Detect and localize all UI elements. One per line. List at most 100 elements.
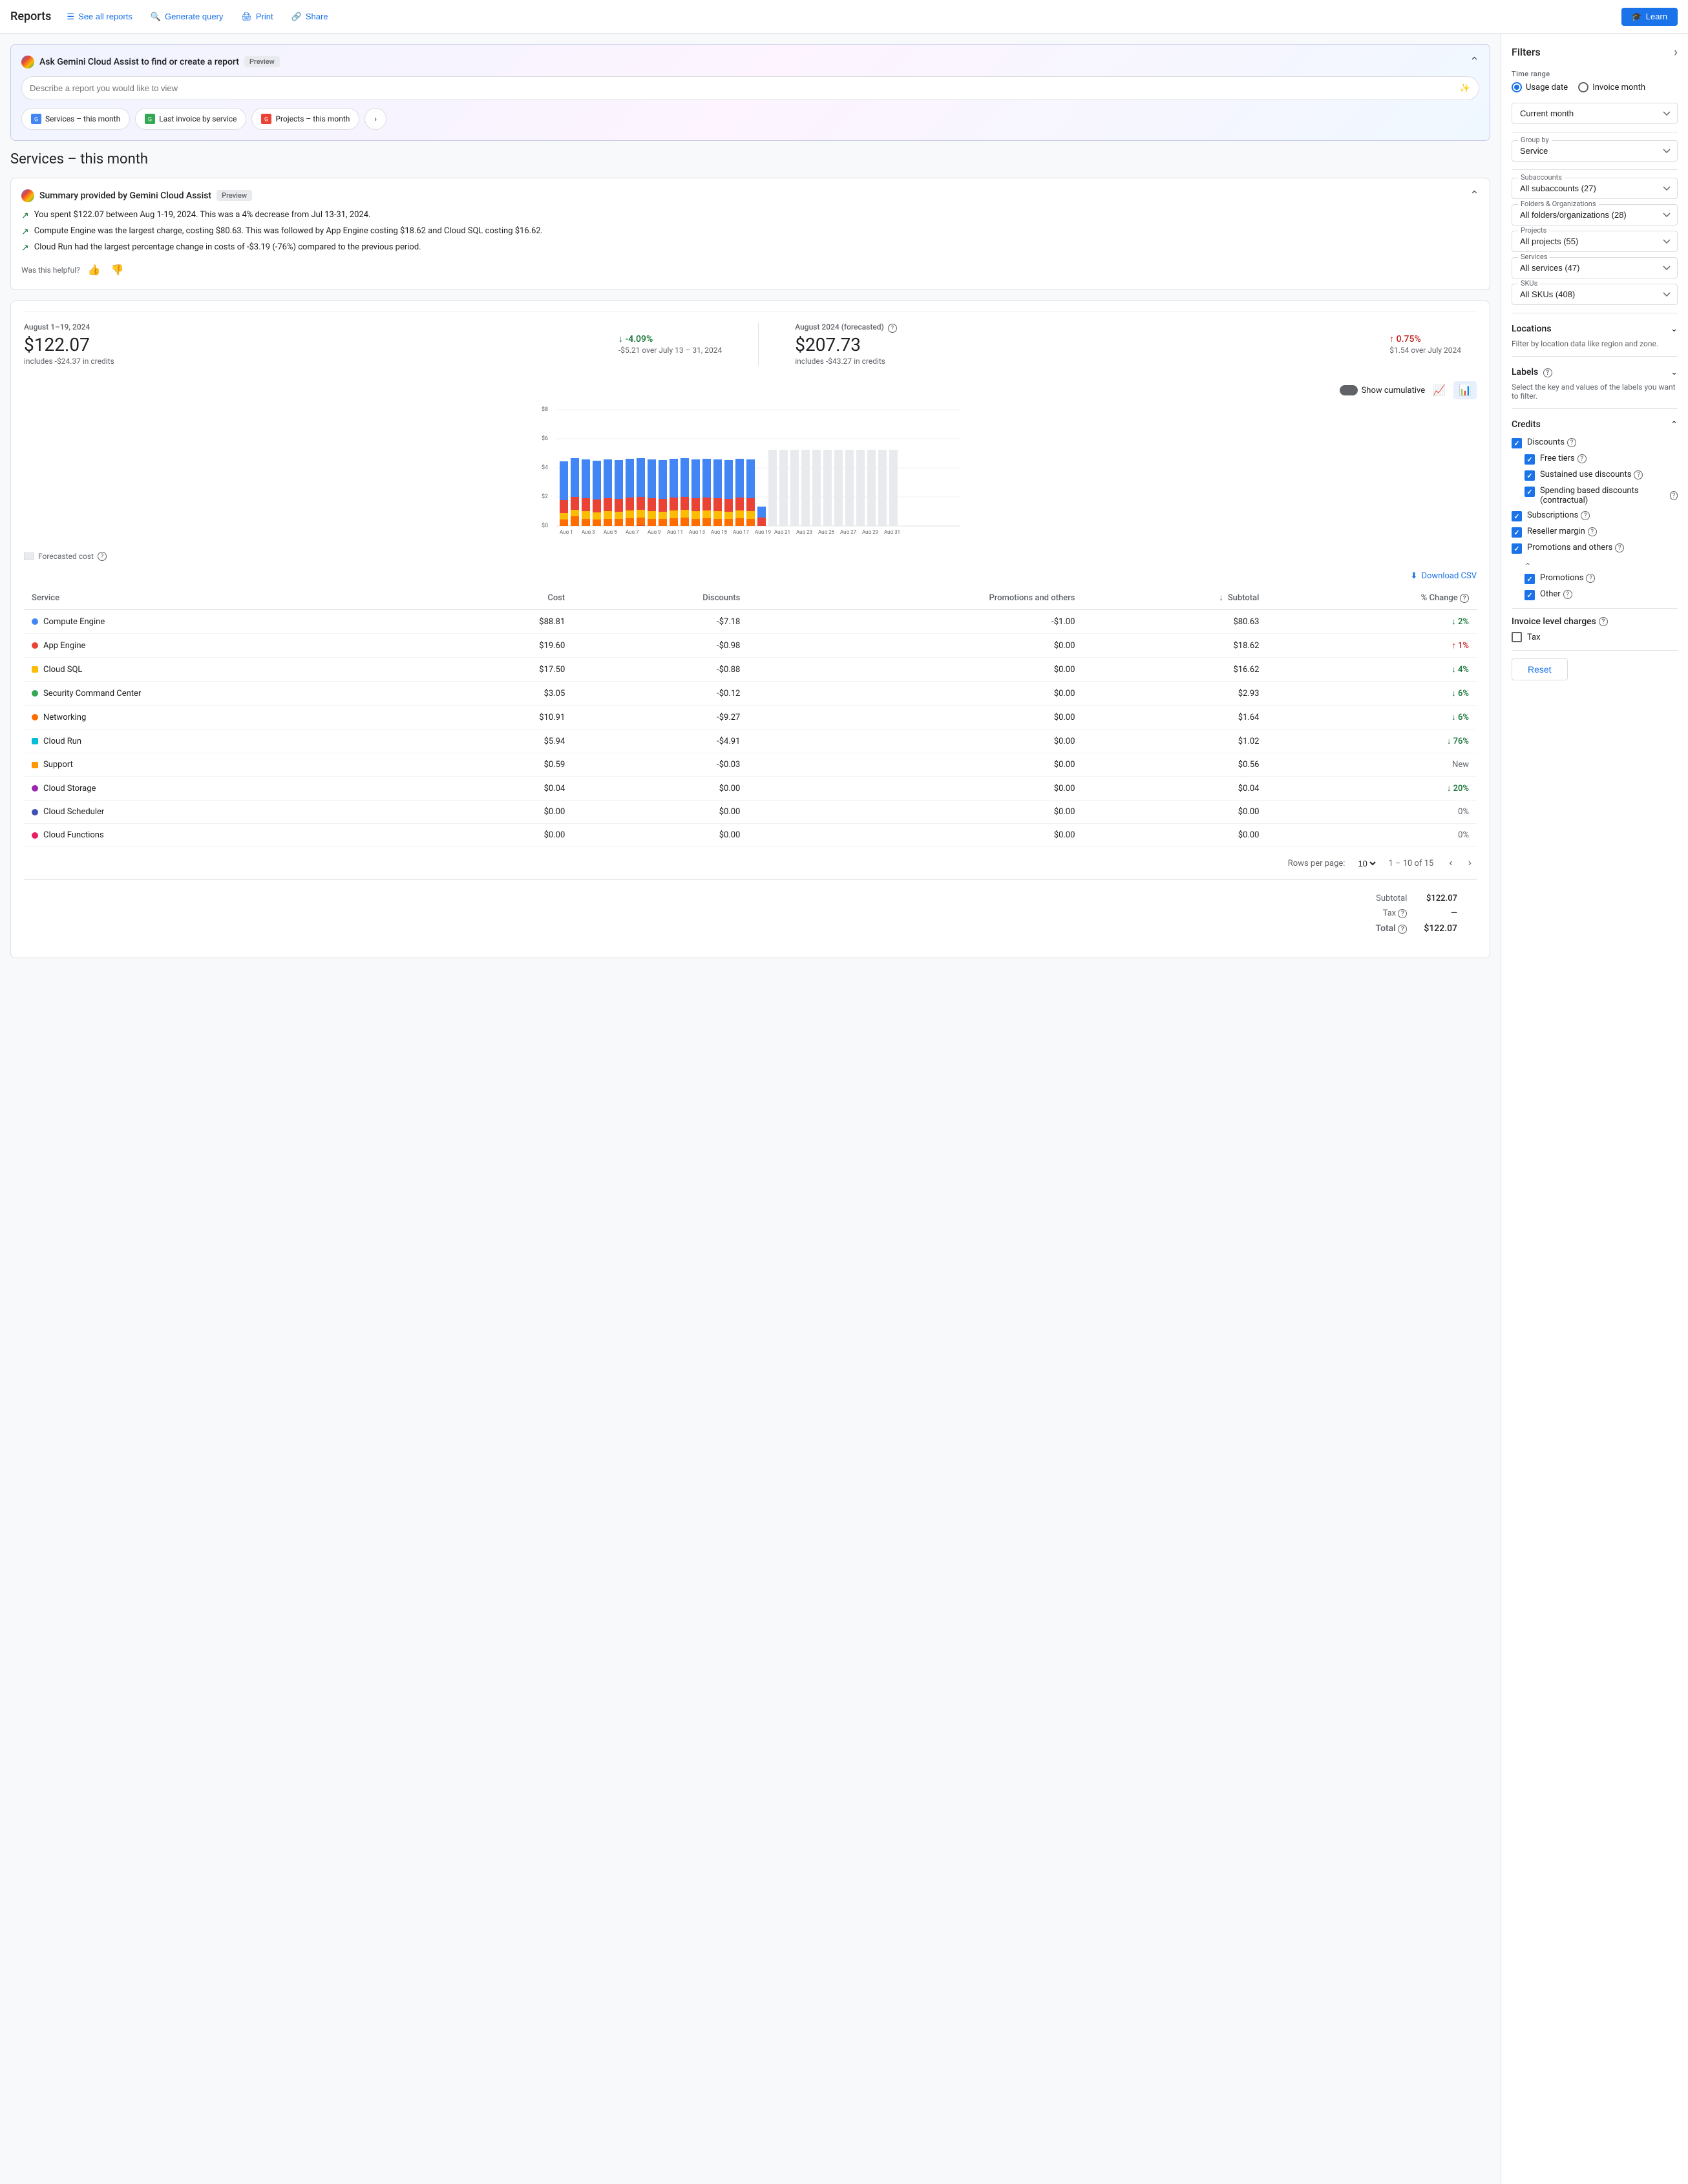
table-row: Support $0.59 -$0.03 $0.00 $0.56 New bbox=[24, 753, 1477, 777]
share-button[interactable]: 🔗 Share bbox=[284, 8, 336, 26]
summary-line-3: ↗ Cloud Run had the largest percentage c… bbox=[21, 242, 1479, 253]
summary-collapse-icon[interactable]: ⌃ bbox=[1470, 189, 1479, 202]
chip-services-this-month[interactable]: G Services – this month bbox=[21, 108, 130, 130]
skus-label: SKUs bbox=[1518, 279, 1540, 288]
main-layout: Ask Gemini Cloud Assist to find or creat… bbox=[0, 34, 1688, 2184]
credits-collapsible-header[interactable]: Credits ⌃ bbox=[1512, 417, 1678, 432]
labels-help-icon[interactable]: ? bbox=[1543, 368, 1552, 377]
print-button[interactable]: 🖨 Print bbox=[233, 8, 280, 26]
labels-collapsible[interactable]: Labels ? ⌄ bbox=[1512, 364, 1678, 380]
current-change-value: ↓ -4.09% bbox=[618, 333, 722, 344]
free-tiers-help-icon[interactable]: ? bbox=[1577, 454, 1587, 463]
reseller-margin-checkbox[interactable] bbox=[1512, 527, 1522, 538]
discounts-checkbox-item[interactable]: Discounts ? bbox=[1512, 437, 1678, 448]
col-subtotal[interactable]: ↓ Subtotal bbox=[1082, 586, 1267, 610]
filters-sidebar: Filters › Time range Usage date Invoice … bbox=[1501, 34, 1688, 2184]
cost-cell-5: $5.94 bbox=[436, 730, 573, 753]
subscriptions-checkbox[interactable] bbox=[1512, 511, 1522, 521]
subtotal-cell-5: $1.02 bbox=[1082, 730, 1267, 753]
service-dot-1 bbox=[32, 642, 38, 649]
subscriptions-help-icon[interactable]: ? bbox=[1581, 511, 1590, 520]
trend-icon-3: ↗ bbox=[21, 243, 29, 253]
line-chart-button[interactable]: 📈 bbox=[1430, 381, 1448, 399]
service-cell-5: Cloud Run bbox=[24, 730, 436, 753]
tax-checkbox-item[interactable]: Tax bbox=[1512, 632, 1678, 642]
cumulative-toggle-switch[interactable] bbox=[1340, 385, 1358, 395]
free-tiers-checkbox-item[interactable]: Free tiers ? bbox=[1524, 454, 1678, 465]
download-icon: ⬇ bbox=[1411, 571, 1418, 581]
current-month-select[interactable]: Current month bbox=[1512, 103, 1678, 124]
discounts-checkbox[interactable] bbox=[1512, 438, 1522, 448]
promotions-help-icon[interactable]: ? bbox=[1586, 574, 1595, 583]
rows-per-page-select[interactable]: 10 25 50 bbox=[1355, 858, 1378, 869]
spending-based-checkbox-item[interactable]: Spending based discounts (contractual) ? bbox=[1524, 486, 1678, 505]
promotions-collapse-btn[interactable]: ⌃ bbox=[1524, 559, 1678, 573]
table-row: Networking $10.91 -$9.27 $0.00 $1.64 ↓ 6… bbox=[24, 706, 1477, 730]
svg-text:Aug 27: Aug 27 bbox=[840, 529, 857, 534]
free-tiers-checkbox[interactable] bbox=[1524, 454, 1535, 465]
thumbs-down-button[interactable]: 👎 bbox=[109, 261, 127, 279]
reseller-help-icon[interactable]: ? bbox=[1588, 527, 1597, 536]
prev-page-button[interactable]: ‹ bbox=[1444, 855, 1457, 872]
usage-date-radio[interactable]: Usage date bbox=[1512, 82, 1568, 92]
thumbs-up-button[interactable]: 👍 bbox=[85, 261, 103, 279]
sustained-use-checkbox[interactable] bbox=[1524, 470, 1535, 481]
forecast-legend-help-icon[interactable]: ? bbox=[98, 552, 107, 561]
gemini-assistant-box: Ask Gemini Cloud Assist to find or creat… bbox=[10, 44, 1490, 141]
other-checkbox[interactable] bbox=[1524, 590, 1535, 600]
subtotal-cell-1: $18.62 bbox=[1082, 634, 1267, 658]
discounts-cell-5: -$4.91 bbox=[573, 730, 748, 753]
bar-chart-button[interactable]: 📊 bbox=[1453, 381, 1477, 399]
promotions-others-help-icon[interactable]: ? bbox=[1615, 543, 1624, 552]
locations-expand-icon: ⌄ bbox=[1671, 324, 1678, 334]
promotions-label: Promotions ? bbox=[1540, 573, 1595, 583]
forecast-help-icon[interactable]: ? bbox=[888, 324, 897, 333]
change-col-help-icon[interactable]: ? bbox=[1460, 594, 1469, 603]
learn-button[interactable]: 🎓 Learn bbox=[1621, 8, 1678, 26]
promotions-others-checkbox-item[interactable]: Promotions and others ? bbox=[1512, 543, 1678, 554]
sustained-use-help-icon[interactable]: ? bbox=[1634, 470, 1643, 479]
change-cell-0: ↓ 2% bbox=[1267, 610, 1477, 634]
tax-checkbox[interactable] bbox=[1512, 632, 1522, 642]
spending-based-help-icon[interactable]: ? bbox=[1670, 491, 1678, 500]
sidebar-collapse-button[interactable]: › bbox=[1674, 44, 1678, 59]
promotions-checkbox[interactable] bbox=[1524, 574, 1535, 584]
reset-filters-button[interactable]: Reset bbox=[1512, 658, 1568, 680]
show-cumulative-toggle[interactable]: Show cumulative bbox=[1340, 385, 1426, 395]
forecast-change-value: ↑ 0.75% bbox=[1389, 333, 1461, 344]
subtotal-label: Subtotal bbox=[1368, 892, 1415, 905]
invoice-month-radio[interactable]: Invoice month bbox=[1578, 82, 1645, 92]
locations-collapsible[interactable]: Locations ⌄ bbox=[1512, 321, 1678, 337]
generate-query-button[interactable]: 🔍 Generate query bbox=[143, 8, 231, 26]
subtotal-cell-8: $0.00 bbox=[1082, 801, 1267, 824]
subscriptions-checkbox-item[interactable]: Subscriptions ? bbox=[1512, 510, 1678, 521]
chip-projects-this-month[interactable]: G Projects – this month bbox=[251, 108, 359, 130]
table-row: Cloud Functions $0.00 $0.00 $0.00 $0.00 … bbox=[24, 824, 1477, 847]
service-cell-3: Security Command Center bbox=[24, 682, 436, 706]
rows-per-page-selector[interactable]: 10 25 50 bbox=[1355, 858, 1378, 869]
invoice-charges-help-icon[interactable]: ? bbox=[1599, 617, 1608, 626]
promotions-others-checkbox[interactable] bbox=[1512, 543, 1522, 554]
reseller-margin-checkbox-item[interactable]: Reseller margin ? bbox=[1512, 527, 1678, 538]
other-help-icon[interactable]: ? bbox=[1563, 590, 1572, 599]
subscriptions-label: Subscriptions ? bbox=[1527, 510, 1590, 520]
gemini-collapse-icon[interactable]: ⌃ bbox=[1470, 55, 1479, 68]
sustained-use-checkbox-item[interactable]: Sustained use discounts ? bbox=[1524, 470, 1678, 481]
total-help-icon[interactable]: ? bbox=[1398, 925, 1407, 934]
other-checkbox-item[interactable]: Other ? bbox=[1524, 589, 1678, 600]
download-csv-button[interactable]: ⬇ Download CSV bbox=[1411, 571, 1477, 581]
current-period-label: August 1–19, 2024 bbox=[24, 322, 582, 331]
gemini-search-input[interactable] bbox=[21, 76, 1479, 100]
next-page-button[interactable]: › bbox=[1463, 855, 1477, 872]
invoice-month-radio-circle bbox=[1578, 82, 1588, 92]
spending-based-checkbox[interactable] bbox=[1524, 487, 1535, 497]
see-all-reports-button[interactable]: ☰ See all reports bbox=[59, 8, 140, 26]
promotions-checkbox-item[interactable]: Promotions ? bbox=[1524, 573, 1678, 584]
chip-more[interactable]: › bbox=[364, 108, 386, 130]
gcp-services-icon: G bbox=[31, 114, 41, 124]
tax-row: Tax ? — bbox=[1368, 907, 1465, 920]
promotions-collapse-icon: ⌃ bbox=[1524, 562, 1531, 571]
discounts-help-icon[interactable]: ? bbox=[1567, 438, 1576, 447]
tax-help-icon[interactable]: ? bbox=[1398, 909, 1407, 918]
chip-last-invoice[interactable]: G Last invoice by service bbox=[135, 108, 246, 130]
